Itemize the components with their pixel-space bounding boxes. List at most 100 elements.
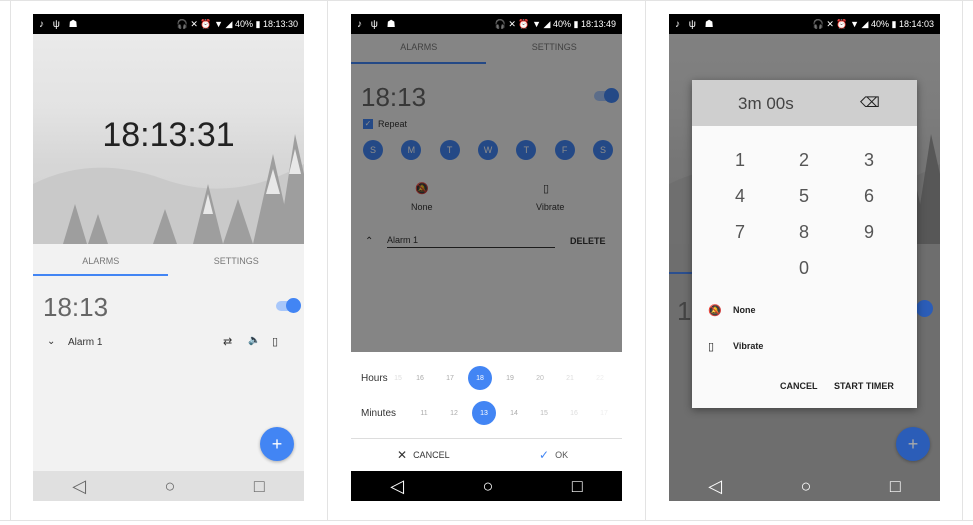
check-icon: ✓	[539, 448, 550, 462]
minute-option[interactable]: 16	[559, 410, 589, 417]
divider	[327, 0, 328, 521]
ringtone-off-icon[interactable]: 🔕	[708, 304, 722, 317]
home-icon[interactable]: ○	[483, 476, 494, 497]
recents-icon[interactable]: □	[572, 476, 583, 497]
notification-icons: ♪ ψ ☗	[357, 18, 399, 30]
key-6[interactable]: 6	[849, 186, 889, 207]
status-bar: ♪ ψ ☗ 🎧 ✕ ⏰ ▼ ◢ 40% ▮ 18:13:30	[33, 14, 304, 34]
screenshot-grid: ♪ ψ ☗ 🎧 ✕ ⏰ ▼ ◢ 40% ▮ 18:13:30 18:13:31 …	[0, 0, 973, 525]
hour-option[interactable]: 21	[555, 375, 585, 382]
tab-indicator	[669, 272, 693, 274]
content-area	[33, 244, 304, 501]
status-bar: ♪ ψ ☗ 🎧 ✕ ⏰ ▼ ◢ 40% ▮ 18:14:03	[669, 14, 940, 34]
volume-icon[interactable]: 🔈	[248, 335, 260, 346]
hour-option[interactable]: 19	[495, 375, 525, 382]
cancel-label: CANCEL	[413, 450, 450, 460]
hour-option[interactable]: 17	[435, 375, 465, 382]
vibrate-label[interactable]: Vibrate	[733, 341, 763, 351]
minute-option[interactable]: 14	[499, 410, 529, 417]
alarm-label[interactable]: Alarm 1	[68, 337, 102, 348]
alarm-time[interactable]: 18:13	[43, 292, 108, 323]
alarm-toggle[interactable]	[276, 298, 301, 313]
ok-button[interactable]: ✓ OK	[539, 448, 568, 462]
phone-screen-timer-dialog: ♪ ψ ☗ 🎧 ✕ ⏰ ▼ ◢ 40% ▮ 18:14:03 1 + 3m 00…	[669, 14, 940, 501]
timer-display-bar: 3m 00s ⌫	[692, 80, 917, 126]
battery-label: 40%	[234, 18, 253, 29]
home-icon[interactable]: ○	[801, 476, 812, 497]
key-1[interactable]: 1	[720, 150, 760, 171]
key-3[interactable]: 3	[849, 150, 889, 171]
repeat-icon[interactable]: ⇄	[223, 335, 232, 348]
close-icon: ✕	[397, 448, 408, 462]
ok-label: OK	[555, 450, 569, 460]
nav-bar: ◁ ○ □	[669, 471, 940, 501]
add-timer-button: +	[896, 427, 930, 461]
expand-chevron-icon[interactable]: ⌄	[47, 336, 55, 347]
phone-screen-clock: ♪ ψ ☗ 🎧 ✕ ⏰ ▼ ◢ 40% ▮ 18:13:30 18:13:31 …	[33, 14, 304, 501]
recents-icon[interactable]: □	[890, 476, 901, 497]
key-5[interactable]: 5	[784, 186, 824, 207]
selected-hour[interactable]: 18	[468, 366, 492, 390]
key-4[interactable]: 4	[720, 186, 760, 207]
snow-background: 18:13:31	[33, 34, 304, 244]
back-icon[interactable]: ◁	[390, 476, 404, 497]
timer-dialog: 3m 00s ⌫ 1 2 3 4 5 6 7 8 9 0 🔕 None ▯ Vi…	[692, 80, 917, 408]
minute-option[interactable]: 15	[529, 410, 559, 417]
status-right: 🎧 ✕ ⏰ ▼ ◢ 40% ▮ 18:13:30	[176, 18, 298, 29]
minute-option[interactable]: 17	[589, 410, 619, 417]
divider	[0, 0, 973, 1]
ringtone-label[interactable]: None	[733, 305, 756, 315]
nav-bar: ◁ ○ □	[351, 471, 622, 501]
phone-screen-alarm-edit: ♪ ψ ☗ 🎧 ✕ ⏰ ▼ ◢ 40% ▮ 18:13:49 ALARMS SE…	[351, 14, 622, 501]
battery-label: 40%	[552, 18, 571, 29]
key-7[interactable]: 7	[720, 222, 760, 243]
clock-display: 18:13:31	[102, 116, 235, 154]
minute-option[interactable]: 12	[439, 410, 469, 417]
hour-option[interactable]: 20	[525, 375, 555, 382]
nav-bar: ◁ ○ □	[33, 471, 304, 501]
home-icon[interactable]: ○	[165, 476, 176, 497]
key-2[interactable]: 2	[784, 150, 824, 171]
start-timer-button[interactable]: START TIMER	[834, 381, 894, 391]
hour-option[interactable]: 22	[585, 375, 615, 382]
status-time: 18:14:03	[898, 18, 934, 29]
hour-option[interactable]: 16	[405, 375, 435, 382]
minutes-label: Minutes	[361, 407, 397, 419]
background-alarm-time: 1	[677, 296, 692, 326]
cancel-button[interactable]: ✕ CANCEL	[397, 448, 450, 462]
divider	[645, 0, 646, 521]
divider	[10, 0, 11, 521]
vibrate-icon[interactable]: ▯	[708, 340, 714, 353]
dim-overlay	[351, 34, 622, 352]
minutes-row[interactable]: Minutes 11 12 13 14 15 16 17	[351, 401, 622, 425]
status-time: 18:13:30	[262, 18, 298, 29]
minute-option[interactable]: 11	[409, 410, 439, 417]
key-9[interactable]: 9	[849, 222, 889, 243]
hours-row[interactable]: Hours 15 16 17 18 19 20 21 22	[351, 366, 622, 390]
recents-icon[interactable]: □	[254, 476, 265, 497]
selected-minute[interactable]: 13	[472, 401, 496, 425]
add-alarm-button[interactable]: +	[260, 427, 294, 461]
notification-icons: ♪ ψ ☗	[675, 18, 717, 30]
background-toggle	[916, 300, 933, 317]
backspace-icon[interactable]: ⌫	[860, 94, 880, 111]
divider	[0, 520, 973, 521]
status-time: 18:13:49	[580, 18, 616, 29]
battery-label: 40%	[870, 18, 889, 29]
divider	[962, 0, 963, 521]
back-icon[interactable]: ◁	[708, 476, 722, 497]
tab-indicator	[33, 274, 168, 276]
status-right: 🎧 ✕ ⏰ ▼ ◢ 40% ▮ 18:13:49	[494, 18, 616, 29]
cancel-button[interactable]: CANCEL	[780, 381, 818, 391]
key-0[interactable]: 0	[784, 258, 824, 279]
tab-alarms[interactable]: ALARMS	[33, 256, 169, 276]
hour-option[interactable]: 15	[391, 375, 405, 382]
tab-bar: ALARMS SETTINGS	[33, 256, 304, 276]
hours-label: Hours	[361, 372, 388, 384]
notification-icons: ♪ ψ ☗	[39, 18, 81, 30]
vibrate-icon[interactable]: ▯	[272, 335, 278, 348]
key-8[interactable]: 8	[784, 222, 824, 243]
back-icon[interactable]: ◁	[72, 476, 86, 497]
tab-settings[interactable]: SETTINGS	[169, 256, 305, 276]
status-bar: ♪ ψ ☗ 🎧 ✕ ⏰ ▼ ◢ 40% ▮ 18:13:49	[351, 14, 622, 34]
